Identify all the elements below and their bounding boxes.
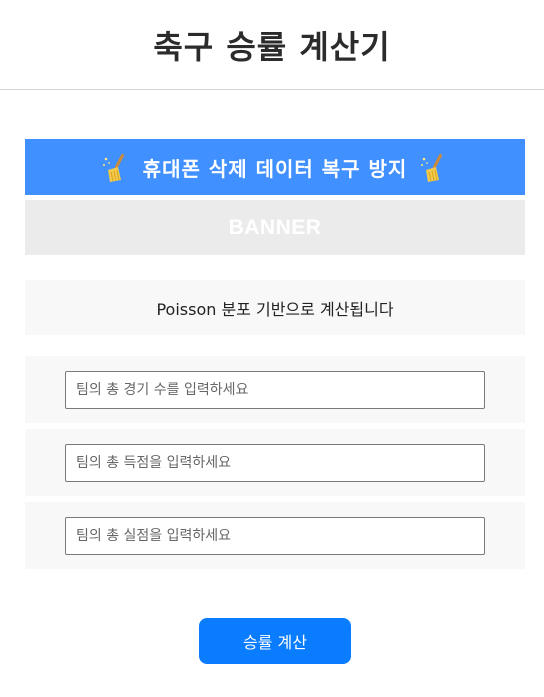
info-box: Poisson 분포 기반으로 계산됩니다: [25, 280, 525, 335]
ad-banner-label: BANNER: [228, 215, 322, 239]
page-title: 축구 승률 계산기: [153, 27, 391, 66]
goals-for-input[interactable]: [65, 443, 485, 482]
promo-text: 휴대폰 삭제 데이터 복구 방지: [142, 156, 408, 181]
ad-banner[interactable]: BANNER: [25, 200, 525, 255]
calculate-button[interactable]: 승률 계산: [199, 618, 351, 664]
button-row: 승률 계산: [25, 618, 525, 664]
page-header: 축구 승률 계산기: [0, 0, 544, 90]
broom-icon: [102, 153, 124, 182]
goals-against-field-box: [25, 502, 525, 569]
info-text: Poisson 분포 기반으로 계산됩니다: [156, 299, 394, 319]
goals-against-input[interactable]: [65, 516, 485, 555]
goals-for-field-box: [25, 429, 525, 496]
promo-banner[interactable]: 휴대폰 삭제 데이터 복구 방지: [25, 139, 525, 195]
broom-icon: [421, 153, 443, 182]
main-content: 휴대폰 삭제 데이터 복구 방지 BANNER Poisson 분포 기반으로 …: [0, 90, 544, 664]
games-input[interactable]: [65, 370, 485, 409]
games-field-box: [25, 356, 525, 423]
